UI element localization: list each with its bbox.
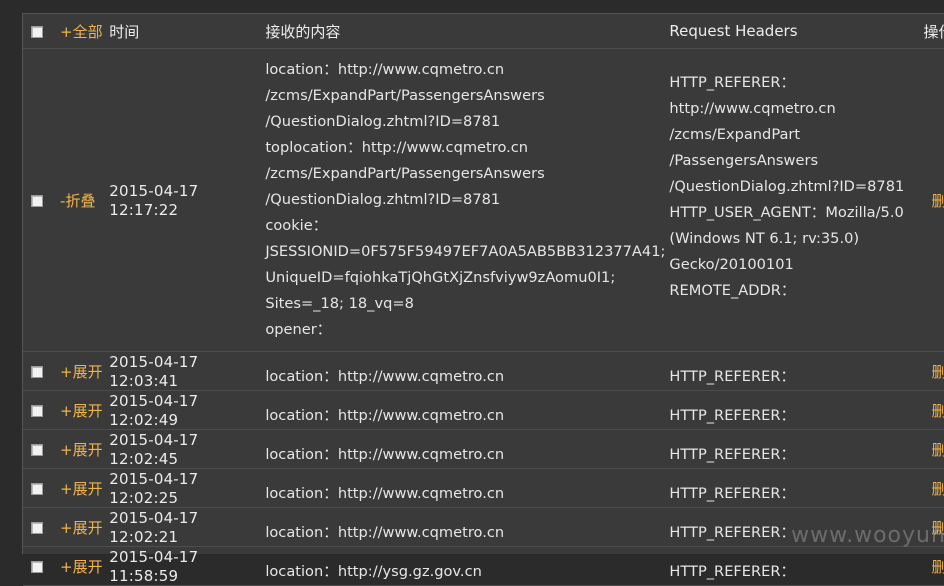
header-line: HTTP_REFERER： (669, 74, 796, 91)
header-line (669, 304, 923, 330)
table-row-expanded: -折叠 2015-04-17 12:17:22 location：http://… (23, 48, 944, 352)
row-checkbox[interactable] (31, 405, 43, 417)
header-line: /QuestionDialog.zhtml?ID=8781 (669, 178, 905, 195)
column-ops: 操作 (923, 22, 944, 41)
delete-button[interactable]: 删除 (924, 558, 944, 576)
row-time: 2015-04-17 12:02:21 (109, 509, 199, 546)
header-line: http://www.cqmetro.cn (669, 100, 836, 117)
column-time: 时间 (109, 22, 140, 41)
row-headers: HTTP_REFERER： (669, 445, 796, 463)
content-line: /zcms/ExpandPart/PassengersAnswers (265, 165, 545, 182)
table-header: +全部 时间 接收的内容 Request Headers 操作 (23, 14, 944, 49)
column-content: 接收的内容 (265, 22, 341, 41)
expand-all-toggle[interactable]: +全部 (60, 23, 103, 41)
content-line: /QuestionDialog.zhtml?ID=8781 (265, 191, 501, 208)
row-checkbox[interactable] (31, 366, 43, 378)
row-content: location：http://ysg.gz.gov.cn (265, 562, 482, 580)
row-headers: HTTP_REFERER： (669, 367, 796, 385)
row-time: 2015-04-17 12:02:45 (109, 431, 199, 468)
records-panel: +全部 时间 接收的内容 Request Headers 操作 -折叠 2015… (22, 13, 944, 586)
header-line: Gecko/20100101 (669, 256, 794, 273)
row-time: 2015-04-17 12:17:22 (109, 182, 199, 219)
row-checkbox[interactable] (31, 444, 43, 456)
select-all-checkbox[interactable] (31, 25, 43, 38)
content-line: /zcms/ExpandPart/PassengersAnswers (265, 87, 545, 104)
header-line: /zcms/ExpandPart (669, 126, 801, 143)
content-line: location：http://www.cqmetro.cn (265, 61, 505, 78)
row-content: location：http://www.cqmetro.cn (265, 367, 505, 385)
content-line: opener： (265, 321, 332, 338)
delete-button[interactable]: 删除 (924, 363, 944, 381)
content-line: UniqueID=fqiohkaTjQhGtXjZnsfviyw9zAomu0I… (265, 269, 616, 286)
row-content: location：http://www.cqmetro.cn (265, 445, 505, 463)
content-line: JSESSIONID=0F575F59497EF7A0A5AB5BB312377… (265, 243, 666, 260)
row-time: 2015-04-17 12:02:25 (109, 470, 199, 507)
row-checkbox[interactable] (31, 195, 43, 207)
row-time: 2015-04-17 12:02:49 (109, 392, 199, 429)
records-table: +全部 时间 接收的内容 Request Headers 操作 -折叠 2015… (23, 14, 944, 586)
row-checkbox[interactable] (31, 483, 43, 495)
delete-button[interactable]: 删除 (924, 441, 944, 459)
table-row: +展开 2015-04-17 12:02:45 location：http://ww… (23, 429, 944, 469)
table-row: +展开 2015-04-17 12:02:25 location：http://ww… (23, 468, 944, 508)
row-content: location：http://www.cqmetro.cn (265, 484, 505, 502)
delete-button[interactable]: 删除 (924, 402, 944, 420)
table-row: +展开 2015-04-17 12:02:49 location：http://ww… (23, 390, 944, 430)
row-content: location：http://www.cqmetro.cn (265, 406, 505, 424)
row-time: 2015-04-17 12:03:41 (109, 353, 199, 390)
table-row: +展开 2015-04-17 11:58:59 location：http://ys… (23, 546, 944, 586)
row-time: 2015-04-17 11:58:59 (109, 548, 199, 585)
row-checkbox[interactable] (31, 561, 43, 573)
header-line: REMOTE_ADDR： (669, 282, 796, 299)
delete-button[interactable]: 删除 (924, 480, 944, 498)
header-line: HTTP_USER_AGENT：Mozilla/5.0 (669, 204, 904, 221)
expand-toggle[interactable]: +展开 (60, 402, 103, 420)
expand-toggle[interactable]: +展开 (60, 480, 103, 498)
delete-button[interactable]: 删除 (924, 192, 944, 210)
collapse-toggle[interactable]: -折叠 (60, 192, 95, 210)
row-headers: HTTP_REFERER： (669, 562, 796, 580)
header-line: (Windows NT 6.1; rv:35.0) (669, 230, 860, 247)
row-headers: HTTP_REFERER： http://www.cqmetro.cn/zcms/… (665, 52, 923, 348)
content-line: cookie： (265, 217, 328, 234)
header-line: /PassengersAnswers (669, 152, 819, 169)
row-content: location：http://www.cqmetro.cn/zcms/Expa… (261, 49, 665, 351)
column-headers: Request Headers (669, 22, 798, 40)
expand-toggle[interactable]: +展开 (60, 558, 103, 576)
row-headers: HTTP_REFERER： (669, 406, 796, 424)
expand-toggle[interactable]: +展开 (60, 441, 103, 459)
content-line: /QuestionDialog.zhtml?ID=8781 (265, 113, 501, 130)
row-content: location：http://www.cqmetro.cn (265, 523, 505, 541)
table-row: +展开 2015-04-17 12:03:41 location：http://ww… (23, 351, 944, 391)
expand-toggle[interactable]: +展开 (60, 519, 103, 537)
watermark: www.wooyun.org (791, 523, 944, 548)
expand-toggle[interactable]: +展开 (60, 363, 103, 381)
row-checkbox[interactable] (31, 522, 43, 534)
content-line: toplocation：http://www.cqmetro.cn (265, 139, 529, 156)
content-line: Sites=_18; 18_vq=8 (265, 295, 414, 312)
header-checkbox-cell (23, 14, 61, 49)
row-headers: HTTP_REFERER： (669, 484, 796, 502)
